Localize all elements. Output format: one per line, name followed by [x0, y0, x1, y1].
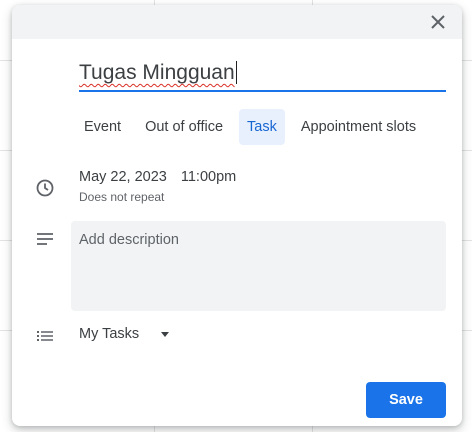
notes-icon: [35, 229, 55, 249]
dialog-header[interactable]: [12, 5, 462, 39]
title-input-value[interactable]: Tugas Mingguan: [79, 61, 237, 84]
time-picker[interactable]: 11:00pm: [181, 169, 236, 185]
clock-icon: [35, 178, 55, 198]
close-icon: [431, 15, 445, 29]
description-field[interactable]: Add description: [71, 221, 446, 311]
repeat-selector[interactable]: Does not repeat: [79, 190, 236, 204]
tab-out-of-office[interactable]: Out of office: [137, 109, 231, 145]
title-input[interactable]: Tugas Mingguan: [79, 59, 446, 92]
description-placeholder: Add description: [79, 232, 179, 248]
tab-appointment-slots[interactable]: Appointment slots: [293, 109, 424, 145]
tab-event[interactable]: Event: [76, 109, 129, 145]
date-picker[interactable]: May 22, 2023: [79, 169, 167, 185]
close-button[interactable]: [428, 12, 448, 32]
task-list-selector[interactable]: My Tasks: [79, 326, 170, 342]
list-icon: [35, 326, 55, 346]
task-list-label: My Tasks: [79, 326, 140, 342]
tab-task[interactable]: Task: [239, 109, 285, 145]
type-tabs: Event Out of office Task Appointment slo…: [76, 109, 424, 145]
task-dialog: Tugas Mingguan Event Out of office Task …: [12, 5, 462, 426]
date-time-section: May 22, 2023 11:00pm Does not repeat: [79, 169, 236, 204]
save-button[interactable]: Save: [366, 382, 446, 418]
arrow-drop-down-icon: [161, 331, 170, 337]
